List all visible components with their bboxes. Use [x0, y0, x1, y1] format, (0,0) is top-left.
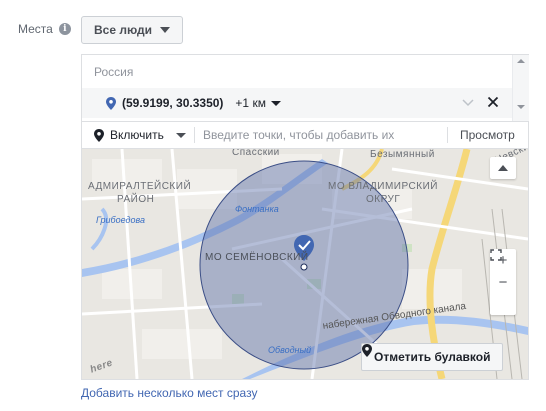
info-icon[interactable]: i [58, 23, 71, 35]
scrollbar[interactable] [512, 55, 529, 121]
scroll-up-arrow-icon[interactable] [517, 59, 525, 63]
places-label-text: Места [18, 22, 53, 36]
caret-down-icon [175, 132, 186, 138]
map-collapse-button[interactable] [490, 157, 516, 179]
map-label: РАЙОН [117, 194, 155, 205]
browse-button[interactable]: Просмотр [452, 128, 515, 142]
add-multiple-locations-link[interactable]: Добавить несколько мест сразу [81, 386, 257, 400]
map-label: АДМИРАЛТЕЙСКИЙ [88, 181, 192, 192]
map-label: МО ВЛАДИМИРСКИЙ [328, 181, 438, 192]
selected-location-row: (59.9199, 30.3350) +1 км [82, 88, 512, 118]
places-label: Места i [18, 22, 71, 36]
pin-icon [94, 128, 104, 142]
caret-down-icon [160, 27, 171, 33]
zoom-out-button[interactable]: − [490, 271, 516, 293]
location-toolbar: Включить Просмотр [82, 121, 528, 149]
drop-pin-label: Отметить булавкой [374, 350, 491, 364]
caret-up-icon [498, 165, 508, 171]
location-search-input[interactable] [195, 123, 447, 147]
caret-down-icon [270, 100, 281, 106]
fullscreen-icon [490, 249, 502, 261]
country-header: Россия [94, 65, 134, 79]
location-pin-icon [106, 96, 116, 110]
map-view[interactable]: Спасский Безымянный Невский АДМИРАЛТЕЙСК… [82, 149, 528, 379]
locations-panel: Россия (59.9199, 30.3350) +1 км Включить… [81, 54, 529, 380]
map-label: МО СЕМЁНОВСКИЙ [205, 252, 309, 263]
map-label: ОКРУГ [366, 194, 401, 205]
scroll-down-arrow-icon[interactable] [517, 105, 525, 109]
radius-dropdown[interactable]: +1 км [235, 96, 281, 110]
water-label: Фонтанка [235, 204, 279, 214]
pin-icon [362, 344, 372, 357]
map-label: Спасский [232, 149, 280, 158]
water-label: Грибоедова [96, 215, 145, 225]
divider [447, 127, 448, 143]
chevron-down-icon[interactable] [462, 97, 474, 107]
include-dropdown[interactable]: Включить [82, 122, 194, 148]
include-label: Включить [110, 128, 164, 142]
location-coordinates: (59.9199, 30.3350) [122, 96, 224, 110]
close-icon[interactable] [487, 96, 499, 108]
fullscreen-button[interactable] [490, 249, 516, 315]
drop-pin-button[interactable]: Отметить булавкой [361, 343, 504, 371]
water-label: Обводный [268, 345, 312, 355]
audience-dropdown-label: Все люди [94, 23, 153, 37]
map-label: Безымянный [370, 149, 435, 160]
zoom-controls: + − [490, 249, 516, 315]
audience-dropdown[interactable]: Все люди [81, 16, 184, 44]
radius-label: +1 км [235, 96, 266, 110]
